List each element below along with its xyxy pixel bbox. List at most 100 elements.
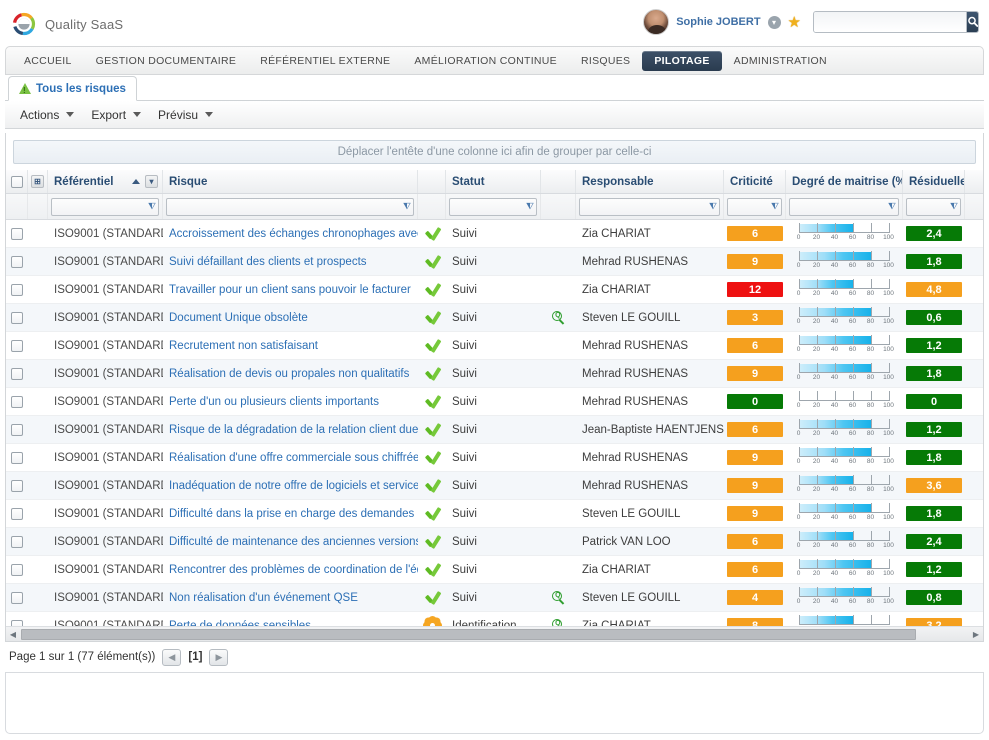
avatar[interactable] xyxy=(643,9,670,35)
pager-prev-button[interactable]: ◀ xyxy=(162,648,182,666)
nav-item-risques[interactable]: RISQUES xyxy=(569,51,642,71)
search-icon[interactable] xyxy=(966,12,978,32)
risque-link[interactable]: Difficulté dans la prise en charge des d… xyxy=(169,508,418,520)
table-row[interactable]: ISO9001 (STANDARD Rencontrer des problème… xyxy=(6,556,983,584)
row-checkbox[interactable] xyxy=(11,591,23,604)
sort-ascending-icon[interactable] xyxy=(132,179,140,184)
risque-link[interactable]: Perte d'un ou plusieurs clients importan… xyxy=(169,396,379,408)
table-row[interactable]: ISO9001 (STANDARD Accroissement des échan… xyxy=(6,220,983,248)
column-chooser-icon[interactable]: ⊞ xyxy=(31,175,44,188)
filter-input-maitrise[interactable]: ⧨ xyxy=(789,197,899,216)
table-row[interactable]: ISO9001 (STANDARD Difficulté de maintenan… xyxy=(6,528,983,556)
chevron-down-icon[interactable]: ▾ xyxy=(767,15,781,29)
row-checkbox[interactable] xyxy=(11,395,23,408)
user-name[interactable]: Sophie JOBERT xyxy=(676,16,760,28)
risque-link[interactable]: Accroissement des échanges chronophages … xyxy=(169,228,418,240)
filter-input-referentiel[interactable]: ⧨ xyxy=(51,197,159,216)
table-row[interactable]: ISO9001 (STANDARD Risque de la dégradatio… xyxy=(6,416,983,444)
table-row[interactable]: ISO9001 (STANDARD Document Unique obsolèt… xyxy=(6,304,983,332)
column-header-check[interactable] xyxy=(6,170,28,193)
export-menu-button[interactable]: Export xyxy=(84,105,148,125)
nav-item-gestion-documentaire[interactable]: GESTION DOCUMENTAIRE xyxy=(84,51,249,71)
table-row[interactable]: ISO9001 (STANDARD Travailler pour un clie… xyxy=(6,276,983,304)
risque-link[interactable]: Travailler pour un client sans pouvoir l… xyxy=(169,284,411,296)
pager-next-button[interactable]: ▶ xyxy=(209,648,229,666)
risque-link[interactable]: Difficulté de maintenance des anciennes … xyxy=(169,536,418,548)
row-checkbox[interactable] xyxy=(11,339,23,352)
filter-input-responsable[interactable]: ⧨ xyxy=(579,197,720,216)
table-row[interactable]: ISO9001 (STANDARD Perte de données sensib… xyxy=(6,612,983,627)
risque-link[interactable]: Réalisation d'une offre commerciale sous… xyxy=(169,452,418,464)
brand[interactable]: Quality SaaS xyxy=(12,12,123,36)
magnifier-icon[interactable]: Q xyxy=(551,590,566,605)
table-row[interactable]: ISO9001 (STANDARD Non réalisation d'un év… xyxy=(6,584,983,612)
row-checkbox[interactable] xyxy=(11,311,23,324)
row-checkbox[interactable] xyxy=(11,367,23,380)
risque-link[interactable]: Document Unique obsolète xyxy=(169,312,308,324)
row-checkbox[interactable] xyxy=(11,451,23,464)
column-header-detail[interactable] xyxy=(541,170,576,193)
column-header-expand[interactable]: ⊞ xyxy=(28,170,48,193)
sort-controls[interactable]: ▾ xyxy=(132,175,158,188)
filter-funnel-icon[interactable]: ⧨ xyxy=(709,202,717,211)
horizontal-scrollbar[interactable]: ◀ ▶ xyxy=(6,626,983,641)
table-row[interactable]: ISO9001 (STANDARD Réalisation de devis ou… xyxy=(6,360,983,388)
column-header-risque[interactable]: Risque xyxy=(163,170,418,193)
search-input[interactable] xyxy=(814,12,966,32)
filter-funnel-icon[interactable]: ⧨ xyxy=(526,202,534,211)
nav-item-administration[interactable]: ADMINISTRATION xyxy=(722,51,839,71)
filter-input-criticite[interactable]: ⧨ xyxy=(727,197,782,216)
magnifier-icon[interactable]: Q xyxy=(551,310,566,325)
filter-input-residuelle[interactable]: ⧨ xyxy=(906,197,961,216)
risque-link[interactable]: Inadéquation de notre offre de logiciels… xyxy=(169,480,418,492)
table-row[interactable]: ISO9001 (STANDARD Recrutement non satisfa… xyxy=(6,332,983,360)
column-header-statut[interactable]: Statut xyxy=(446,170,541,193)
nav-item-amelioration-continue[interactable]: AMÉLIORATION CONTINUE xyxy=(402,51,569,71)
row-checkbox[interactable] xyxy=(11,423,23,436)
filter-funnel-icon[interactable]: ⧨ xyxy=(148,202,156,211)
row-checkbox[interactable] xyxy=(11,535,23,548)
row-checkbox[interactable] xyxy=(11,507,23,520)
scrollbar-thumb[interactable] xyxy=(21,628,916,640)
group-panel[interactable]: Déplacer l'entête d'une colonne ici afin… xyxy=(13,140,976,164)
previsu-menu-button[interactable]: Prévisu xyxy=(151,105,220,125)
risque-link[interactable]: Réalisation de devis ou propales non qua… xyxy=(169,368,409,380)
column-header-statusicon[interactable] xyxy=(418,170,446,193)
column-header-criticite[interactable]: Criticité xyxy=(724,170,786,193)
table-row[interactable]: ISO9001 (STANDARD Difficulté dans la pris… xyxy=(6,500,983,528)
filter-input-statut[interactable]: ⧨ xyxy=(449,197,537,216)
filter-funnel-icon[interactable]: ⧨ xyxy=(771,202,779,211)
row-checkbox[interactable] xyxy=(11,479,23,492)
column-header-responsable[interactable]: Responsable xyxy=(576,170,724,193)
table-row[interactable]: ISO9001 (STANDARD Inadéquation de notre o… xyxy=(6,472,983,500)
risque-link[interactable]: Recrutement non satisfaisant xyxy=(169,340,318,352)
table-row[interactable]: ISO9001 (STANDARD Perte d'un ou plusieurs… xyxy=(6,388,983,416)
table-row[interactable]: ISO9001 (STANDARD Réalisation d'une offre… xyxy=(6,444,983,472)
star-icon[interactable]: ★ xyxy=(788,15,801,30)
filter-funnel-icon[interactable]: ⧨ xyxy=(888,202,896,211)
filter-input-risque[interactable]: ⧨ xyxy=(166,197,414,216)
risque-link[interactable]: Suivi défaillant des clients et prospect… xyxy=(169,256,367,268)
column-header-residuelle[interactable]: Résiduelle xyxy=(903,170,965,193)
tab-tous-les-risques[interactable]: Tous les risques xyxy=(8,76,137,101)
row-checkbox[interactable] xyxy=(11,227,23,240)
nav-item-referentiel-externe[interactable]: RÉFÉRENTIEL EXTERNE xyxy=(248,51,402,71)
row-checkbox[interactable] xyxy=(11,283,23,296)
column-header-referentiel[interactable]: Référentiel ▾ xyxy=(48,170,163,193)
column-menu-icon[interactable]: ▾ xyxy=(145,175,158,188)
column-header-maitrise[interactable]: Degré de maitrise (%) xyxy=(786,170,903,193)
pager-current-page[interactable]: [1] xyxy=(188,651,202,663)
row-checkbox[interactable] xyxy=(11,255,23,268)
row-checkbox[interactable] xyxy=(11,563,23,576)
scroll-right-arrow-icon[interactable]: ▶ xyxy=(969,630,983,639)
scroll-left-arrow-icon[interactable]: ◀ xyxy=(6,630,20,639)
select-all-checkbox[interactable] xyxy=(10,175,23,188)
filter-funnel-icon[interactable]: ⧨ xyxy=(950,202,958,211)
nav-item-accueil[interactable]: ACCUEIL xyxy=(12,51,84,71)
actions-menu-button[interactable]: Actions xyxy=(13,105,81,125)
table-row[interactable]: ISO9001 (STANDARD Suivi défaillant des cl… xyxy=(6,248,983,276)
risque-link[interactable]: Non réalisation d'un événement QSE xyxy=(169,592,358,604)
nav-item-pilotage[interactable]: PILOTAGE xyxy=(642,50,722,71)
risque-link[interactable]: Rencontrer des problèmes de coordination… xyxy=(169,564,418,576)
risque-link[interactable]: Risque de la dégradation de la relation … xyxy=(169,424,418,436)
